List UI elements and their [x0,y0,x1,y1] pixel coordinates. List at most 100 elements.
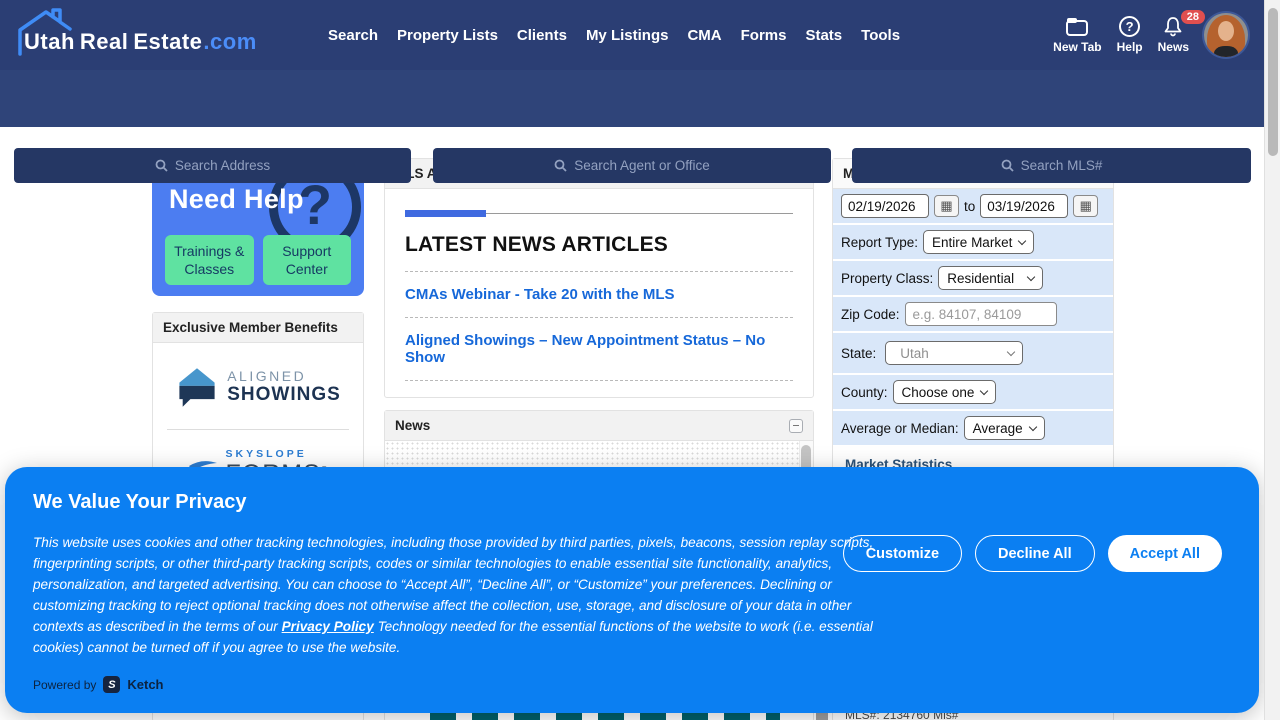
calendar-icon: ▦ [940,198,952,214]
average-median-label: Average or Median: [841,421,959,436]
aligned-showings-logo[interactable]: ALIGNED SHOWINGS [153,343,363,429]
scrollbar-fragment [816,712,828,720]
quick-search-strip: Search Address Search Agent or Office Se… [0,70,1264,127]
header-actions: New Tab ? Help 28 News [1053,0,1248,70]
property-class-select[interactable]: Residential [938,266,1043,290]
news-title: News [395,418,430,433]
new-tab-label: New Tab [1053,40,1101,54]
news-article-link-2[interactable]: Aligned Showings – New Appointment Statu… [405,332,793,366]
top-navigation-bar: UtahRealEstate.com Search Property Lists… [0,0,1264,70]
nav-clients[interactable]: Clients [517,27,567,44]
collapse-icon[interactable] [789,419,803,433]
user-avatar[interactable] [1204,13,1248,57]
main-nav: Search Property Lists Clients My Listing… [328,0,900,70]
chevron-down-icon [980,386,988,394]
property-class-label: Property Class: [841,271,933,286]
average-median-row: Average or Median: Average [833,411,1113,447]
progress-indicator [405,209,793,217]
state-row: State: Utah [833,333,1113,375]
nav-my-listings[interactable]: My Listings [586,27,669,44]
logo-com: .com [203,29,256,54]
news-article-link-1[interactable]: CMAs Webinar - Take 20 with the MLS [405,286,793,303]
news-label: News [1158,40,1189,54]
new-tab-icon [1065,17,1089,37]
member-benefits-header: Exclusive Member Benefits [153,313,363,343]
county-row: County: Choose one [833,375,1113,411]
nav-stats[interactable]: Stats [805,27,842,44]
search-icon [1001,159,1014,172]
report-type-row: Report Type: Entire Market [833,225,1113,261]
ketch-name: Ketch [127,677,163,692]
news-button[interactable]: 28 News [1158,16,1189,54]
property-class-row: Property Class: Residential [833,261,1113,297]
help-label: Help [1117,40,1143,54]
accept-all-button[interactable]: Accept All [1108,535,1222,572]
average-median-select[interactable]: Average [964,416,1045,440]
county-select[interactable]: Choose one [893,380,997,404]
help-icon: ? [1119,16,1140,37]
date-to-input[interactable]: 03/19/2026 [980,194,1068,218]
clipped-news-headline [430,712,780,720]
news-header: News [385,411,813,441]
privacy-banner-title: We Value Your Privacy [33,491,246,514]
mls-search-input[interactable]: Search MLS# [852,148,1251,183]
state-label: State: [841,346,876,361]
showings-word: SHOWINGS [227,384,341,406]
mls-announcements-panel: MLS Announcements LATEST NEWS ARTICLES C… [384,158,814,398]
aligned-showings-icon [175,365,219,409]
help-button[interactable]: ? Help [1117,16,1143,54]
report-type-select[interactable]: Entire Market [923,230,1034,254]
calendar-button[interactable]: ▦ [934,195,959,217]
privacy-banner-text: This website uses cookies and other trac… [33,533,889,658]
date-from-input[interactable]: 02/19/2026 [841,194,929,218]
address-search-placeholder: Search Address [175,158,270,173]
search-icon [554,159,567,172]
page-scrollbar[interactable] [1264,0,1280,720]
calendar-icon: ▦ [1080,198,1092,214]
dashed-divider [405,380,793,381]
date-separator: to [964,199,975,214]
agent-office-search-input[interactable]: Search Agent or Office [433,148,831,183]
house-icon [12,6,82,58]
nav-property-lists[interactable]: Property Lists [397,27,498,44]
mls-search-placeholder: Search MLS# [1021,158,1103,173]
privacy-policy-link[interactable]: Privacy Policy [282,619,374,634]
support-center-button[interactable]: Support Center [263,235,352,285]
member-benefits-title: Exclusive Member Benefits [163,320,338,335]
dashed-divider [405,317,793,318]
site-logo[interactable]: UtahRealEstate.com [14,10,257,60]
nav-forms[interactable]: Forms [741,27,787,44]
date-range-row: 02/19/2026 ▦ to 03/19/2026 ▦ [833,189,1113,225]
page-scrollbar-thumb[interactable] [1268,8,1278,156]
county-label: County: [841,385,888,400]
trainings-classes-button[interactable]: Trainings & Classes [165,235,254,285]
dashed-divider [405,271,793,272]
state-select[interactable]: Utah [885,341,1023,365]
need-help-title: Need Help [169,184,304,215]
ketch-logo-icon: S [103,676,120,693]
chevron-down-icon [1028,422,1036,430]
calendar-button[interactable]: ▦ [1073,195,1098,217]
decline-all-button[interactable]: Decline All [975,535,1095,572]
aligned-word: ALIGNED [227,368,341,384]
chevron-down-icon [1007,347,1015,355]
market-statistics-form: 02/19/2026 ▦ to 03/19/2026 ▦ Report Type… [833,189,1113,447]
zip-code-input[interactable]: e.g. 84107, 84109 [905,302,1057,326]
chevron-down-icon [1018,236,1026,244]
zip-code-row: Zip Code: e.g. 84107, 84109 [833,297,1113,333]
chevron-down-icon [1027,272,1035,280]
skyslope-word: SKYSLOPE [226,448,329,460]
cookie-consent-banner: We Value Your Privacy This website uses … [5,467,1259,713]
customize-button[interactable]: Customize [843,535,962,572]
news-count-badge: 28 [1181,10,1205,24]
latest-news-heading: LATEST NEWS ARTICLES [405,233,793,257]
banner-buttons: Customize Decline All Accept All [843,535,1222,572]
address-search-input[interactable]: Search Address [14,148,411,183]
powered-by-label: Powered by [33,678,96,692]
powered-by-ketch[interactable]: Powered by S Ketch [33,676,164,693]
nav-search[interactable]: Search [328,27,378,44]
nav-cma[interactable]: CMA [687,27,721,44]
report-type-label: Report Type: [841,235,918,250]
nav-tools[interactable]: Tools [861,27,900,44]
new-tab-button[interactable]: New Tab [1053,17,1101,54]
